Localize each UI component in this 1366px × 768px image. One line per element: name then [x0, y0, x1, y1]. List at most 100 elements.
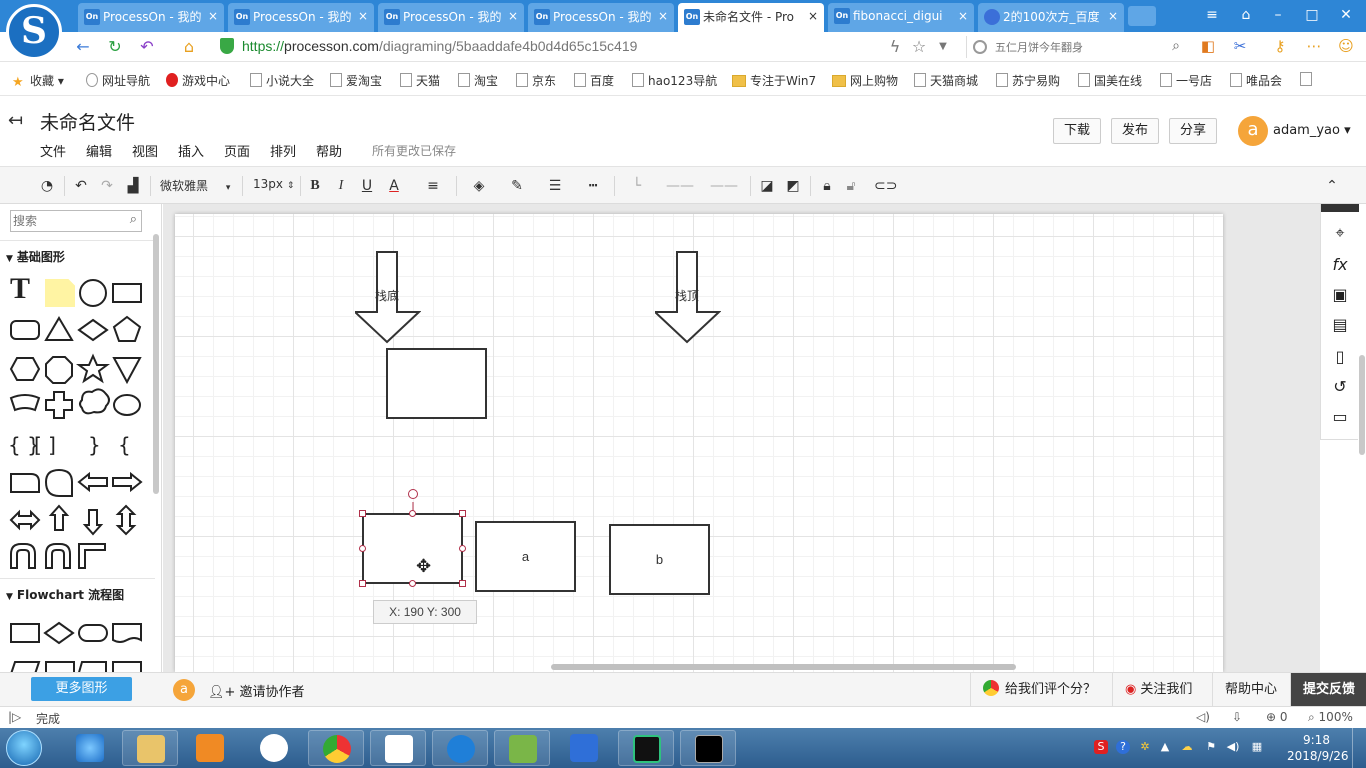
browser-logo-icon[interactable]: S	[6, 4, 62, 60]
search-box[interactable]: ⌕	[966, 36, 1186, 58]
history-icon[interactable]: ↺	[1329, 376, 1351, 398]
close-tab-icon[interactable]: ×	[508, 9, 518, 23]
undo-close-icon[interactable]: ↶	[136, 36, 158, 58]
end-arrow-icon[interactable]: ——	[704, 176, 744, 196]
search-icon[interactable]: ⌕	[1172, 38, 1180, 54]
bookmark-item[interactable]: 京东	[516, 72, 556, 89]
bookmark-item[interactable]: 苏宁易购	[996, 72, 1060, 89]
bookmark-item[interactable]: 小说大全	[250, 72, 314, 89]
text-color-button[interactable]: A	[384, 176, 404, 196]
taskbar-media[interactable]	[182, 730, 238, 766]
close-tab-icon[interactable]: ×	[358, 9, 368, 23]
feedback-button[interactable]: 提交反馈	[1290, 673, 1366, 707]
bring-front-icon[interactable]: ◪	[758, 176, 776, 196]
resize-handle-sw[interactable]	[359, 580, 366, 587]
menu-insert[interactable]: 插入	[178, 141, 204, 160]
data-icon[interactable]: ▤	[1329, 314, 1351, 336]
browser-tab[interactable]: 2的100次方_百度 ×	[978, 3, 1124, 32]
arrow-label-stack-top[interactable]: 栈顶	[675, 287, 699, 304]
connector-type-icon[interactable]: └	[622, 176, 652, 196]
bookmark-item[interactable]: 爱淘宝	[330, 72, 382, 89]
ime-icon[interactable]: S	[1094, 740, 1108, 754]
resize-handle-n[interactable]	[409, 510, 416, 517]
category-basic-shapes[interactable]: ▼ 基础图形	[6, 248, 65, 265]
invite-collaborator-button[interactable]: 👤︎+ 邀请协作者	[208, 681, 305, 700]
bookmark-more[interactable]	[1300, 72, 1316, 87]
menu-page[interactable]: 页面	[224, 141, 250, 160]
taskbar-editor[interactable]	[494, 730, 550, 766]
rectangle-node[interactable]	[386, 348, 487, 419]
fill-color-icon[interactable]: ◈	[464, 176, 494, 196]
vertical-scrollbar[interactable]	[1359, 355, 1365, 455]
zoom-level[interactable]: ⌕ 100%	[1308, 710, 1353, 725]
close-tab-icon[interactable]: ×	[658, 9, 668, 23]
menu-help[interactable]: 帮助	[316, 141, 342, 160]
document-title[interactable]: 未命名文件	[40, 108, 135, 135]
navigator-icon[interactable]: ⌖	[1329, 222, 1351, 244]
document-icon[interactable]: ▯	[1329, 346, 1351, 368]
send-back-icon[interactable]: ◩	[784, 176, 802, 196]
format-painter-icon[interactable]: ▟	[124, 176, 142, 196]
taskbar-wps[interactable]	[556, 730, 612, 766]
bookmark-item[interactable]: hao123导航	[632, 72, 717, 89]
download-button[interactable]: 下载	[1053, 118, 1101, 144]
minimize-icon[interactable]: –	[1264, 4, 1292, 26]
taskbar-ie[interactable]	[62, 730, 118, 766]
unlock-icon[interactable]: 🔓︎	[842, 176, 860, 196]
browser-tab[interactable]: On ProcessOn - 我的 ×	[228, 3, 374, 32]
taskbar-baidu-netdisk[interactable]	[246, 730, 302, 766]
bookmark-item[interactable]: 游戏中心	[166, 72, 230, 89]
back-to-files-icon[interactable]: ↤	[8, 110, 23, 131]
panel-scrollbar[interactable]	[153, 234, 159, 494]
close-tab-icon[interactable]: ×	[1108, 9, 1118, 23]
browser-tab[interactable]: On ProcessOn - 我的 ×	[378, 3, 524, 32]
browser-tab[interactable]: On fibonacci_digui ×	[828, 3, 974, 32]
maximize-icon[interactable]: □	[1298, 4, 1326, 26]
collapse-toolbar-icon[interactable]: ⌃	[1322, 176, 1342, 196]
publish-button[interactable]: 发布	[1111, 118, 1159, 144]
flag-tray-icon[interactable]: ⚑	[1204, 740, 1218, 754]
url-text[interactable]: https://processon.com/diagraming/5baadda…	[242, 38, 637, 54]
close-tab-icon[interactable]: ×	[958, 9, 968, 23]
resize-handle-se[interactable]	[459, 580, 466, 587]
font-size-select[interactable]: 13px ⇕	[253, 177, 294, 191]
rate-us-button[interactable]: 给我们评个分？	[970, 673, 1112, 707]
font-family-select[interactable]: 微软雅黑 ▾	[160, 177, 230, 194]
taskbar-explorer[interactable]	[122, 730, 178, 766]
resize-handle-ne[interactable]	[459, 510, 466, 517]
menu-arrange[interactable]: 排列	[270, 141, 296, 160]
home-icon[interactable]: ⌂	[178, 36, 200, 58]
menu-edit[interactable]: 编辑	[86, 141, 112, 160]
bookmark-item[interactable]: 百度	[574, 72, 614, 89]
bookmark-item[interactable]: ★ 收藏 ▾	[12, 72, 64, 90]
rectangle-node-selected[interactable]	[362, 513, 463, 584]
extension-icon[interactable]: ◧	[1198, 36, 1218, 56]
user-menu[interactable]: adam_yao ▾	[1273, 123, 1351, 138]
bookmark-item[interactable]: 天猫	[400, 72, 440, 89]
show-desktop-button[interactable]	[1352, 728, 1366, 768]
bookmark-item[interactable]: 唯品会	[1230, 72, 1282, 89]
shape-search-input[interactable]	[13, 213, 121, 229]
formula-icon[interactable]: fx	[1329, 254, 1351, 276]
sidebar-toggle-icon[interactable]: |▷	[8, 710, 21, 724]
bookmark-item[interactable]: 网址导航	[86, 72, 150, 89]
scissors-icon[interactable]: ✂	[1230, 36, 1250, 56]
help-tray-icon[interactable]: ?	[1116, 740, 1130, 754]
bookmark-item[interactable]: 天猫商城	[914, 72, 978, 89]
arrow-label-stack-bottom[interactable]: 栈底	[375, 287, 399, 304]
rotate-handle[interactable]	[408, 489, 418, 499]
speaker-icon[interactable]: ◀)	[1226, 740, 1240, 754]
skin-icon[interactable]: ⌂	[1232, 4, 1260, 26]
follow-us-button[interactable]: ◉ 关注我们	[1112, 673, 1212, 707]
bookmark-folder[interactable]: 网上购物	[832, 72, 898, 89]
category-flowchart[interactable]: ▼ Flowchart 流程图	[6, 586, 124, 603]
network-icon[interactable]: ▦	[1250, 740, 1264, 754]
start-button[interactable]	[6, 730, 42, 766]
comment-icon[interactable]: ▭	[1329, 406, 1351, 428]
collaborator-avatar[interactable]: a	[173, 679, 195, 701]
key-icon[interactable]: ⚷	[1270, 36, 1290, 56]
taskbar-cmd[interactable]	[680, 730, 736, 766]
line-style-icon[interactable]: ┅	[578, 176, 608, 196]
smiley-icon[interactable]: ☺	[1336, 36, 1356, 56]
close-window-icon[interactable]: ✕	[1332, 4, 1360, 26]
